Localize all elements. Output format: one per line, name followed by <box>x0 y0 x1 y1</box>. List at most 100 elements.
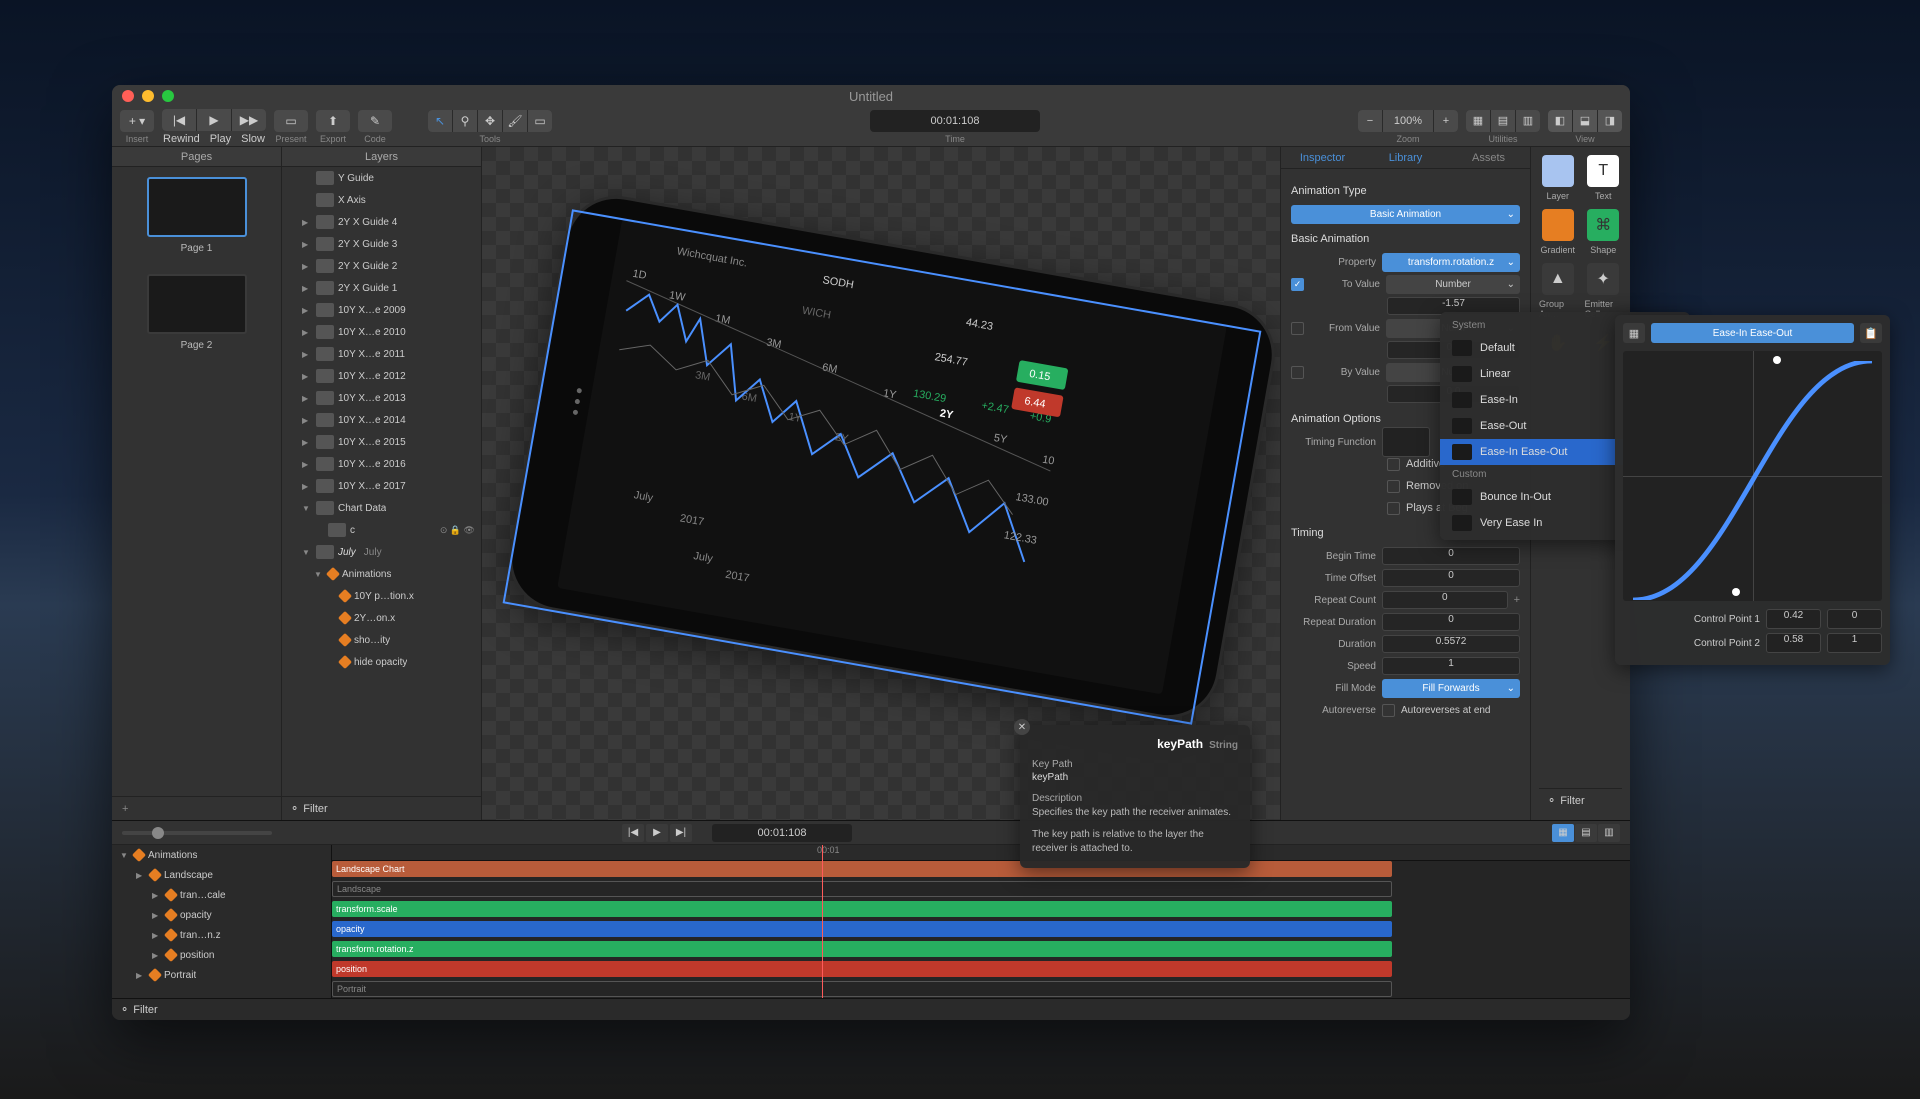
layer-row[interactable]: ▶10Y X…e 2012 <box>282 365 481 387</box>
zoom-out-button[interactable]: − <box>1358 110 1382 132</box>
layer-row[interactable]: ▶10Y X…e 2017 <box>282 475 481 497</box>
insert-button[interactable]: + ▾ <box>120 110 154 132</box>
utilities-btn-1[interactable]: ▦ <box>1466 110 1490 132</box>
layer-row[interactable]: ▼Animations <box>282 563 481 585</box>
tl-play[interactable]: ▶ <box>646 824 668 842</box>
time-display[interactable]: 00:01:108 <box>870 110 1040 132</box>
library-item[interactable]: Gradient <box>1539 209 1577 255</box>
layer-row[interactable]: ▼JulyJuly <box>282 541 481 563</box>
cp1-y-input[interactable]: 0 <box>1827 609 1882 629</box>
layer-row[interactable]: ▶10Y X…e 2013 <box>282 387 481 409</box>
layer-row[interactable]: 10Y p…tion.x <box>282 585 481 607</box>
add-page-button[interactable]: + <box>112 796 281 820</box>
begin-time-input[interactable]: 0 <box>1382 547 1520 565</box>
timeline-zoom-slider[interactable] <box>122 831 272 835</box>
to-value-type[interactable]: Number <box>1386 275 1520 294</box>
library-item[interactable]: ▲Group An… <box>1539 263 1577 319</box>
tab-inspector[interactable]: Inspector <box>1281 147 1364 168</box>
popover-close-button[interactable]: ✕ <box>1014 719 1030 735</box>
playhead[interactable] <box>822 845 823 998</box>
timeline-bar[interactable]: position <box>332 961 1392 977</box>
curve-preset-select[interactable]: Ease-In Ease-Out <box>1651 323 1854 343</box>
fill-mode-select[interactable]: Fill Forwards <box>1382 679 1520 698</box>
tab-library[interactable]: Library <box>1364 147 1447 168</box>
zoom-percent[interactable]: 100% <box>1383 110 1433 132</box>
layer-row[interactable]: ▶2Y X Guide 1 <box>282 277 481 299</box>
timeline-bar[interactable]: opacity <box>332 921 1392 937</box>
rewind-button[interactable]: |◀ <box>162 109 196 131</box>
speed-input[interactable]: 1 <box>1382 657 1520 675</box>
tl-view-1[interactable]: ▦ <box>1552 824 1574 842</box>
tl-rewind[interactable]: |◀ <box>622 824 644 842</box>
layers-filter[interactable]: ⚬Filter <box>282 796 481 820</box>
cp1-x-input[interactable]: 0.42 <box>1766 609 1821 629</box>
play-button[interactable]: ▶ <box>197 109 231 131</box>
timeline-bar[interactable]: transform.scale <box>332 901 1392 917</box>
timeline-bar[interactable]: Portrait <box>332 981 1392 997</box>
timeline-track[interactable]: ▶opacity <box>112 905 331 925</box>
curve-handle-1[interactable] <box>1732 588 1740 596</box>
by-value-checkbox[interactable] <box>1291 366 1304 379</box>
timeline-time[interactable]: 00:01:108 <box>712 824 852 842</box>
library-item[interactable]: TText <box>1585 155 1623 201</box>
timeline-track[interactable]: ▶tran…n.z <box>112 925 331 945</box>
utilities-btn-3[interactable]: ▥ <box>1516 110 1540 132</box>
present-button[interactable]: ▭ <box>274 110 308 132</box>
paint-tool[interactable]: 🖌 <box>503 110 527 132</box>
timeline-track[interactable]: ▶tran…cale <box>112 885 331 905</box>
duration-input[interactable]: 0.5572 <box>1382 635 1520 653</box>
layer-row[interactable]: ▶10Y X…e 2010 <box>282 321 481 343</box>
curve-save-button[interactable]: 📋 <box>1860 323 1882 343</box>
pointer-tool[interactable]: ↖ <box>428 110 452 132</box>
view-left[interactable]: ◧ <box>1548 110 1572 132</box>
tl-view-2[interactable]: ▤ <box>1575 824 1597 842</box>
timeline-bar[interactable]: Landscape <box>332 881 1392 897</box>
layer-row[interactable]: ▶10Y X…e 2014 <box>282 409 481 431</box>
page-thumbnail[interactable]: Page 2 <box>147 274 247 351</box>
timeline-track[interactable]: ▶Landscape <box>112 865 331 885</box>
utilities-btn-2[interactable]: ▤ <box>1491 110 1515 132</box>
zoom-tool[interactable]: ⚲ <box>453 110 477 132</box>
layer-row[interactable]: ▶10Y X…e 2016 <box>282 453 481 475</box>
slow-button[interactable]: ▶▶ <box>232 109 266 131</box>
crop-tool[interactable]: ▭ <box>528 110 552 132</box>
view-bottom[interactable]: ⬓ <box>1573 110 1597 132</box>
layer-row[interactable]: ▼Chart Data <box>282 497 481 519</box>
timeline-track[interactable]: ▶position <box>112 945 331 965</box>
layer-row[interactable]: ▶10Y X…e 2011 <box>282 343 481 365</box>
timeline-track[interactable]: ▶Portrait <box>112 965 331 985</box>
library-item[interactable]: ✦Emitter Cell <box>1585 263 1623 319</box>
view-right[interactable]: ◨ <box>1598 110 1622 132</box>
layer-row[interactable]: ▶10Y X…e 2015 <box>282 431 481 453</box>
additive-checkbox[interactable] <box>1387 458 1400 471</box>
cp2-y-input[interactable]: 1 <box>1827 633 1882 653</box>
layer-row[interactable]: ▶2Y X Guide 3 <box>282 233 481 255</box>
tl-view-3[interactable]: ▥ <box>1598 824 1620 842</box>
repeat-count-input[interactable]: 0 <box>1382 591 1508 609</box>
layer-row[interactable]: sho…ity <box>282 629 481 651</box>
zoom-in-button[interactable]: + <box>1434 110 1458 132</box>
tab-assets[interactable]: Assets <box>1447 147 1530 168</box>
repeat-add[interactable]: + <box>1514 594 1520 606</box>
code-button[interactable]: ✎ <box>358 110 392 132</box>
export-button[interactable]: ⬆ <box>316 110 350 132</box>
library-item[interactable]: Layer <box>1539 155 1577 201</box>
cp2-x-input[interactable]: 0.58 <box>1766 633 1821 653</box>
from-value-checkbox[interactable] <box>1291 322 1304 335</box>
timeline-filter[interactable]: ⚬Filter <box>112 998 1630 1020</box>
layer-row[interactable]: c⊙ 🔒 👁 <box>282 519 481 541</box>
layer-row[interactable]: ▶2Y X Guide 4 <box>282 211 481 233</box>
removed-checkbox[interactable] <box>1387 480 1400 493</box>
repeat-duration-input[interactable]: 0 <box>1382 613 1520 631</box>
layer-row[interactable]: Y Guide <box>282 167 481 189</box>
timeline-bar[interactable]: transform.rotation.z <box>332 941 1392 957</box>
layer-row[interactable]: hide opacity <box>282 651 481 673</box>
layer-row[interactable]: X Axis <box>282 189 481 211</box>
timing-curve-preview[interactable] <box>1382 427 1430 457</box>
minimize-window-button[interactable] <box>142 90 154 102</box>
tl-fwd[interactable]: ▶| <box>670 824 692 842</box>
library-item[interactable]: ⌘Shape <box>1585 209 1623 255</box>
time-offset-input[interactable]: 0 <box>1382 569 1520 587</box>
move-tool[interactable]: ✥ <box>478 110 502 132</box>
property-select[interactable]: transform.rotation.z <box>1382 253 1520 272</box>
